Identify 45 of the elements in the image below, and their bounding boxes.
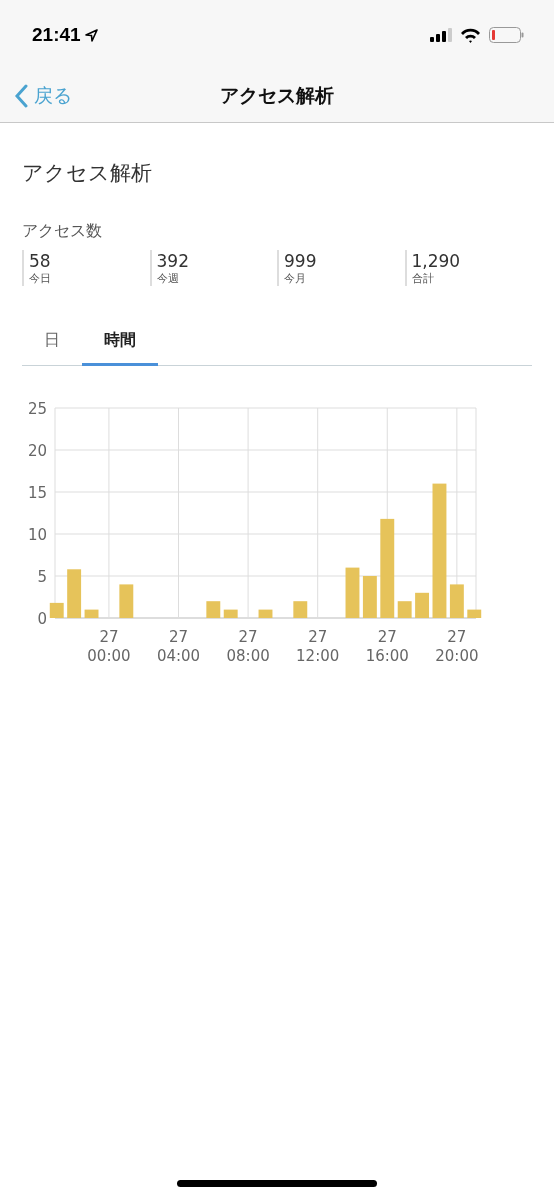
x-tick-label: 27 16:00 [365, 628, 409, 665]
wifi-icon [460, 27, 481, 43]
bar [67, 569, 82, 618]
battery-icon [489, 27, 524, 43]
chevron-left-icon [14, 84, 28, 108]
y-tick-label: 5 [37, 568, 47, 586]
stat-value: 1,290 [411, 250, 462, 272]
bar [258, 609, 273, 618]
bar [84, 609, 99, 618]
bar [397, 601, 412, 618]
bar [345, 567, 360, 618]
stat-label: 今日 [29, 272, 52, 286]
bar [206, 601, 221, 618]
stat-label: 合計 [411, 272, 435, 286]
tab[interactable]: 日 [22, 330, 82, 366]
section-title: アクセス数 [22, 221, 103, 242]
tab[interactable]: 時間 [82, 330, 158, 366]
stat-value: 58 [29, 250, 52, 272]
y-tick-label: 15 [27, 484, 47, 502]
nav-title: アクセス解析 [220, 83, 334, 108]
stat-label: 今月 [284, 272, 307, 286]
bar [449, 584, 464, 618]
bar [467, 609, 482, 618]
y-tick-label: 25 [27, 400, 47, 418]
x-tick-label: 27 12:00 [296, 628, 340, 665]
location-arrow-icon [84, 28, 98, 42]
bar [119, 584, 134, 618]
bar [293, 601, 308, 618]
y-tick-label: 20 [27, 442, 47, 460]
bar [362, 576, 377, 618]
bar [415, 592, 430, 618]
x-tick-label: 27 00:00 [87, 628, 131, 665]
stat-value: 392 [156, 250, 190, 272]
x-tick-label: 27 04:00 [156, 628, 201, 665]
x-tick-label: 27 08:00 [226, 628, 270, 665]
stat-label: 今週 [156, 272, 180, 286]
bar [49, 602, 64, 618]
y-tick-label: 10 [27, 526, 47, 544]
signal-icon [430, 28, 452, 42]
bar [223, 609, 238, 618]
y-tick-label: 0 [37, 610, 47, 628]
stat-value: 999 [284, 250, 318, 272]
page-heading: アクセス解析 [22, 160, 153, 187]
status-time: 21:41 [32, 24, 81, 46]
x-tick-label: 27 20:00 [435, 628, 479, 665]
